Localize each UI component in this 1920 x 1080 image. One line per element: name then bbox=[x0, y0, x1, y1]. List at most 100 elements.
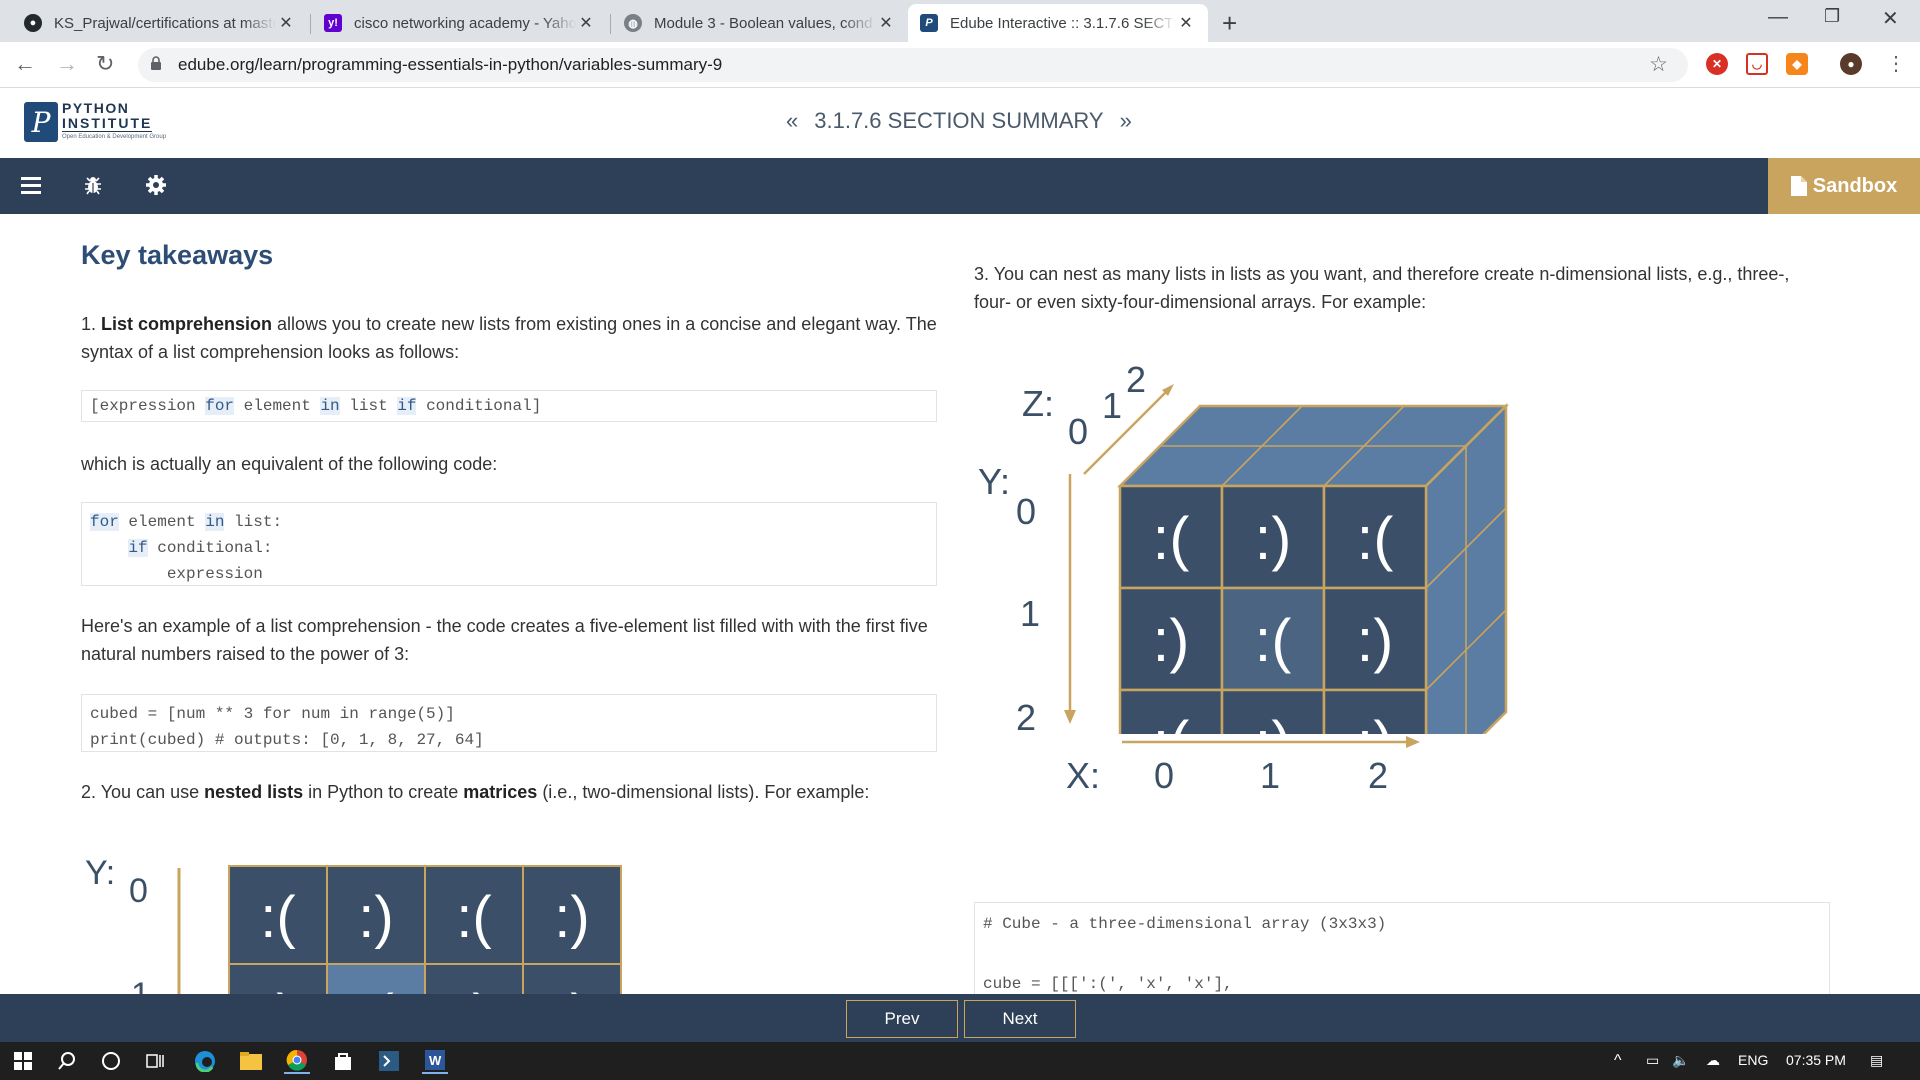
paragraph-text: in Python to create bbox=[303, 782, 464, 802]
back-icon[interactable]: ← bbox=[14, 51, 36, 77]
close-icon[interactable]: ✕ bbox=[1176, 13, 1196, 33]
new-tab-button[interactable]: + bbox=[1222, 8, 1237, 39]
paragraph-nested-lists: 2. You can use nested lists in Python to… bbox=[81, 778, 937, 806]
code-text: cube = [[[':(', 'x', 'x'], bbox=[983, 975, 1233, 993]
code-block-cubed[interactable]: cubed = [num ** 3 for num in range(5)] p… bbox=[81, 694, 937, 752]
sandbox-button[interactable]: Sandbox bbox=[1768, 158, 1920, 214]
gear-icon[interactable] bbox=[143, 172, 169, 198]
cube-cell-face: :( bbox=[1153, 505, 1190, 572]
cube-z-tick: 2 bbox=[1126, 359, 1146, 400]
logo-text: INSTITUTE bbox=[62, 115, 153, 132]
clock[interactable]: 07:35 PM bbox=[1786, 1052, 1846, 1068]
previous-section-icon[interactable]: « bbox=[786, 108, 798, 134]
code-block-cube[interactable]: # Cube - a three-dimensional array (3x3x… bbox=[974, 902, 1830, 994]
matrix-figure: Y: 0 1 :(:):(:):):(:):) bbox=[85, 854, 622, 994]
maximize-icon[interactable]: ❐ bbox=[1824, 6, 1840, 27]
edge-browser-icon[interactable] bbox=[192, 1048, 218, 1074]
cube-figure: Z: 0 1 2 Y: 0 1 2 :(:):(:):(:):(:):) bbox=[978, 359, 1510, 734]
code-text: list bbox=[339, 397, 398, 415]
cube-z-label: Z: bbox=[1022, 383, 1054, 424]
menu-icon[interactable] bbox=[18, 172, 44, 198]
matrix-cell-face: :) bbox=[554, 885, 589, 950]
section-title-bar: « 3.1.7.6 SECTION SUMMARY » bbox=[786, 108, 1132, 134]
code-block-syntax[interactable]: [expression for element in list if condi… bbox=[81, 390, 937, 422]
browser-tab-github[interactable]: ● KS_Prajwal/certifications at maste ✕ bbox=[12, 4, 308, 42]
close-icon[interactable]: ✕ bbox=[876, 13, 896, 33]
cortana-icon[interactable] bbox=[98, 1048, 124, 1074]
code-keyword: in bbox=[320, 397, 340, 415]
code-text: element bbox=[234, 397, 321, 415]
close-icon[interactable]: ✕ bbox=[576, 13, 596, 33]
volume-icon[interactable]: 🔈 bbox=[1672, 1052, 1689, 1069]
code-text: conditional: bbox=[147, 539, 273, 557]
language-indicator[interactable]: ENG bbox=[1738, 1052, 1768, 1068]
windows-start-icon[interactable] bbox=[10, 1048, 36, 1074]
bookmark-star-icon[interactable]: ☆ bbox=[1649, 52, 1668, 77]
onedrive-icon[interactable]: ☁ bbox=[1706, 1052, 1720, 1069]
reload-icon[interactable]: ↻ bbox=[96, 51, 114, 77]
minimize-icon[interactable]: — bbox=[1768, 6, 1788, 29]
word-icon[interactable]: W bbox=[422, 1048, 448, 1074]
matrix-cell-face: :( bbox=[358, 983, 393, 994]
next-button[interactable]: Next bbox=[964, 1000, 1076, 1038]
tab-title: cisco networking academy - Yahoo bbox=[354, 14, 576, 32]
tab-separator bbox=[610, 14, 611, 34]
cube-y-tick: 0 bbox=[1016, 491, 1036, 532]
profile-avatar[interactable]: ● bbox=[1840, 53, 1862, 75]
site-header: P PYTHON INSTITUTE Open Education & Deve… bbox=[0, 88, 1920, 158]
code-text: element bbox=[118, 513, 206, 531]
matrix-cell-face: :) bbox=[358, 885, 393, 950]
metamask-extension-icon[interactable]: ◆ bbox=[1786, 53, 1808, 75]
paragraph-n-dimensional: 3. You can nest as many lists in lists a… bbox=[974, 264, 1790, 312]
address-bar[interactable]: edube.org/learn/programming-essentials-i… bbox=[138, 48, 1688, 82]
url-text: edube.org/learn/programming-essentials-i… bbox=[178, 55, 723, 74]
paragraph-number: 1. bbox=[81, 314, 102, 334]
browser-menu-icon[interactable]: ⋮ bbox=[1886, 51, 1906, 76]
paragraph-equivalent: which is actually an equivalent of the f… bbox=[81, 454, 498, 474]
browser-tab-module3[interactable]: ◍ Module 3 - Boolean values, cond ✕ bbox=[612, 4, 908, 42]
tray-chevron-icon[interactable]: ^ bbox=[1614, 1052, 1622, 1070]
code-block-equivalent[interactable]: for element in list: if conditional: exp… bbox=[81, 502, 937, 586]
matrix-cell-face: :( bbox=[456, 885, 491, 950]
matrix-y-tick: 1 bbox=[131, 976, 150, 994]
cube-x-tick: 0 bbox=[1154, 755, 1174, 796]
next-section-icon[interactable]: » bbox=[1120, 108, 1132, 134]
cube-cell-face: :) bbox=[1357, 709, 1394, 734]
bold-term: List comprehension bbox=[101, 314, 273, 334]
tab-title: Module 3 - Boolean values, cond bbox=[654, 14, 873, 32]
close-icon[interactable]: ✕ bbox=[276, 13, 296, 33]
browser-tab-edube[interactable]: P Edube Interactive :: 3.1.7.6 SECTIO ✕ bbox=[908, 4, 1208, 42]
cube-x-arrowhead bbox=[1406, 736, 1420, 748]
chrome-icon[interactable] bbox=[284, 1048, 310, 1074]
cube-y-arrowhead bbox=[1064, 710, 1076, 724]
github-icon: ● bbox=[24, 14, 42, 32]
adblock-extension-icon[interactable]: ✕ bbox=[1706, 53, 1728, 75]
bug-icon[interactable] bbox=[80, 172, 106, 198]
code-comment: # Cube - a three-dimensional array (3x3x… bbox=[983, 915, 1387, 933]
store-icon[interactable] bbox=[330, 1048, 356, 1074]
task-view-icon[interactable] bbox=[142, 1048, 168, 1074]
cube-cell-face: :( bbox=[1153, 709, 1190, 734]
python-institute-logo[interactable]: P bbox=[24, 102, 58, 142]
close-window-icon[interactable]: ✕ bbox=[1882, 6, 1899, 31]
paragraph-list-comprehension: 1. List comprehension allows you to crea… bbox=[81, 310, 937, 366]
cube-x-tick: 2 bbox=[1368, 755, 1388, 796]
prev-button[interactable]: Prev bbox=[846, 1000, 958, 1038]
code-text: [expression bbox=[90, 397, 206, 415]
notifications-icon[interactable]: ▤ bbox=[1870, 1052, 1883, 1069]
search-icon[interactable] bbox=[54, 1048, 80, 1074]
cube-x-label: X: bbox=[1066, 755, 1100, 796]
network-icon[interactable]: ▭ bbox=[1646, 1052, 1659, 1069]
cube-cell-face: :( bbox=[1255, 607, 1292, 674]
matrix-cell-face: :( bbox=[260, 885, 295, 950]
code-text: expression bbox=[90, 565, 263, 583]
pocket-extension-icon[interactable]: ◡ bbox=[1746, 53, 1768, 75]
cube-cell-face: :) bbox=[1255, 709, 1292, 734]
code-keyword: if bbox=[397, 397, 417, 415]
paragraph-text: 2. You can use bbox=[81, 782, 205, 802]
file-explorer-icon[interactable] bbox=[238, 1048, 264, 1074]
forward-icon[interactable]: → bbox=[56, 51, 78, 77]
powershell-icon[interactable] bbox=[376, 1048, 402, 1074]
logo-text: PYTHON bbox=[62, 100, 130, 116]
browser-tab-yahoo[interactable]: y! cisco networking academy - Yahoo ✕ bbox=[312, 4, 608, 42]
